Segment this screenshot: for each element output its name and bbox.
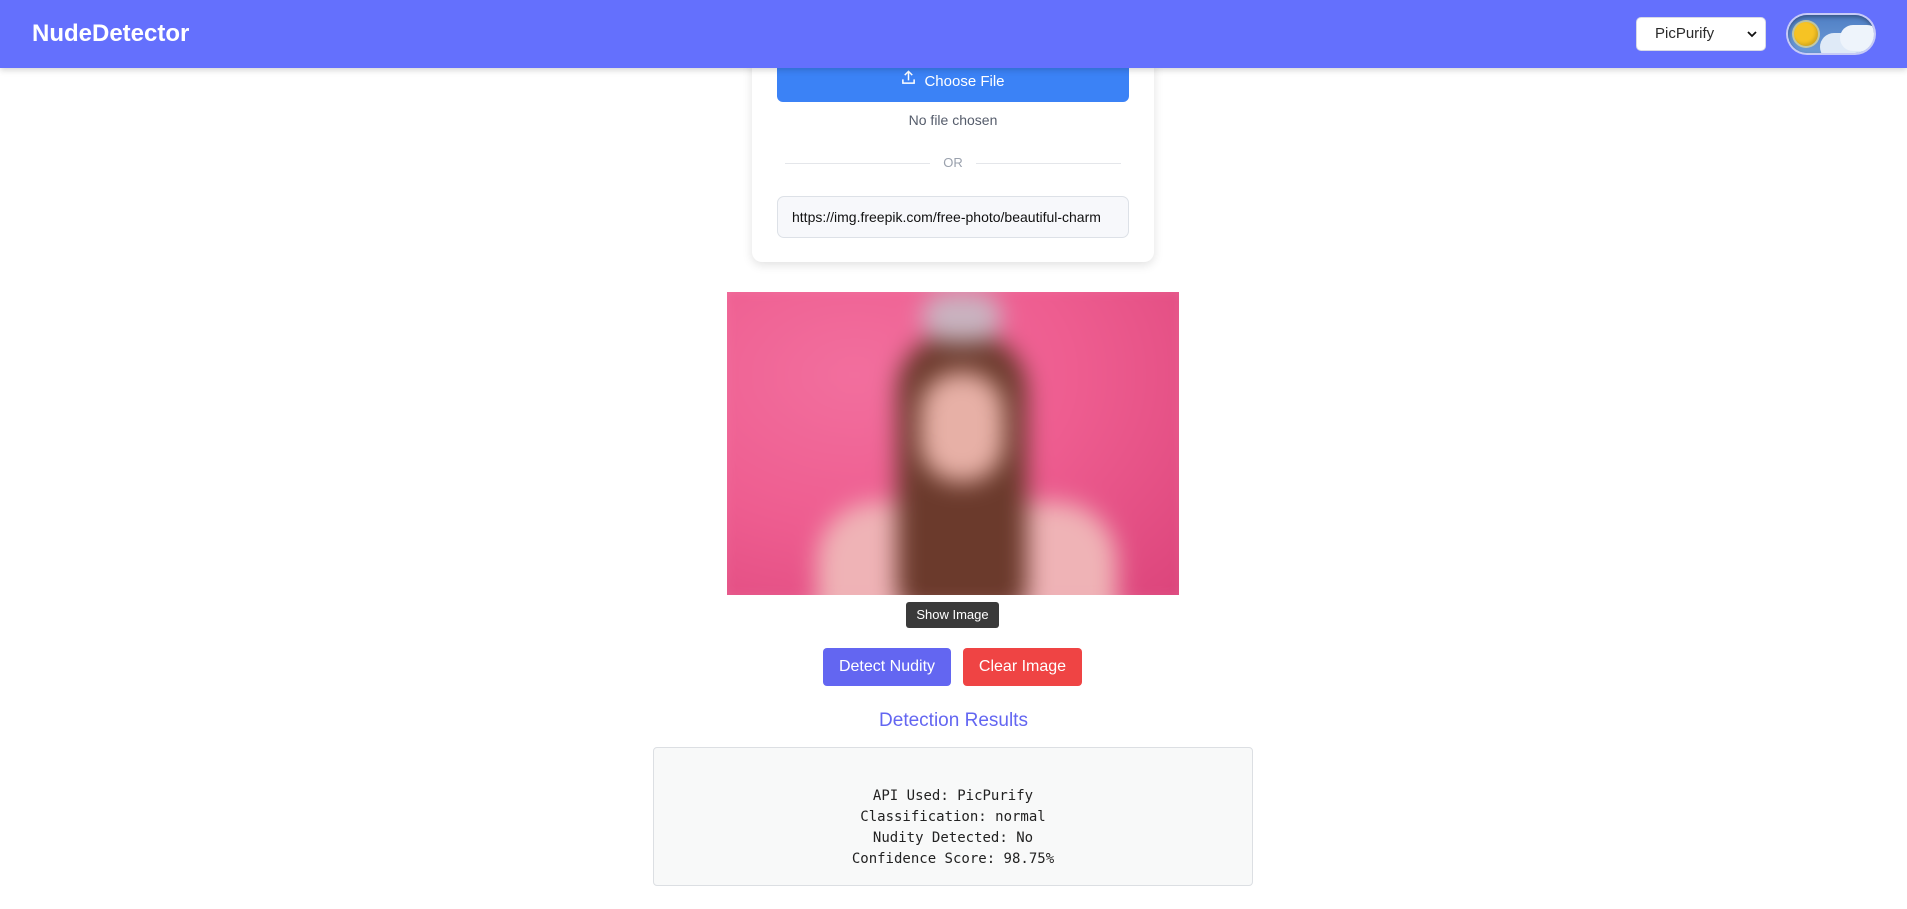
result-nudity-detected: Nudity Detected: No (872, 830, 1034, 846)
show-image-button[interactable]: Show Image (906, 602, 999, 628)
chevron-down-icon (1747, 18, 1757, 63)
theme-toggle[interactable] (1788, 15, 1874, 53)
image-url-input[interactable]: https://img.freepik.com/free-photo/beaut… (777, 196, 1129, 238)
cloud-icon (1840, 25, 1874, 51)
blurred-image (727, 292, 1179, 595)
sun-icon (1794, 22, 1818, 46)
divider-line (976, 163, 1121, 164)
navbar: NudeDetector PicPurify (0, 0, 1907, 68)
clear-image-button[interactable]: Clear Image (963, 648, 1082, 686)
result-confidence-score: Confidence Score: 98.75% (851, 851, 1055, 867)
results-box: API Used: PicPurify Classification: norm… (653, 747, 1253, 886)
choose-file-button[interactable]: Choose File (777, 62, 1129, 102)
result-api-used: API Used: PicPurify (872, 788, 1034, 804)
result-classification: Classification: normal (860, 809, 1046, 825)
results-title: Detection Results (879, 710, 1028, 731)
no-file-text: No file chosen (908, 112, 998, 128)
or-divider: OR (785, 155, 1121, 171)
api-select-value: PicPurify (1655, 25, 1715, 42)
choose-file-label: Choose File (924, 73, 1005, 90)
api-select[interactable]: PicPurify (1636, 17, 1766, 51)
brand-logo[interactable]: NudeDetector (32, 0, 189, 68)
detect-nudity-button[interactable]: Detect Nudity (823, 648, 951, 686)
image-preview (727, 292, 1179, 595)
